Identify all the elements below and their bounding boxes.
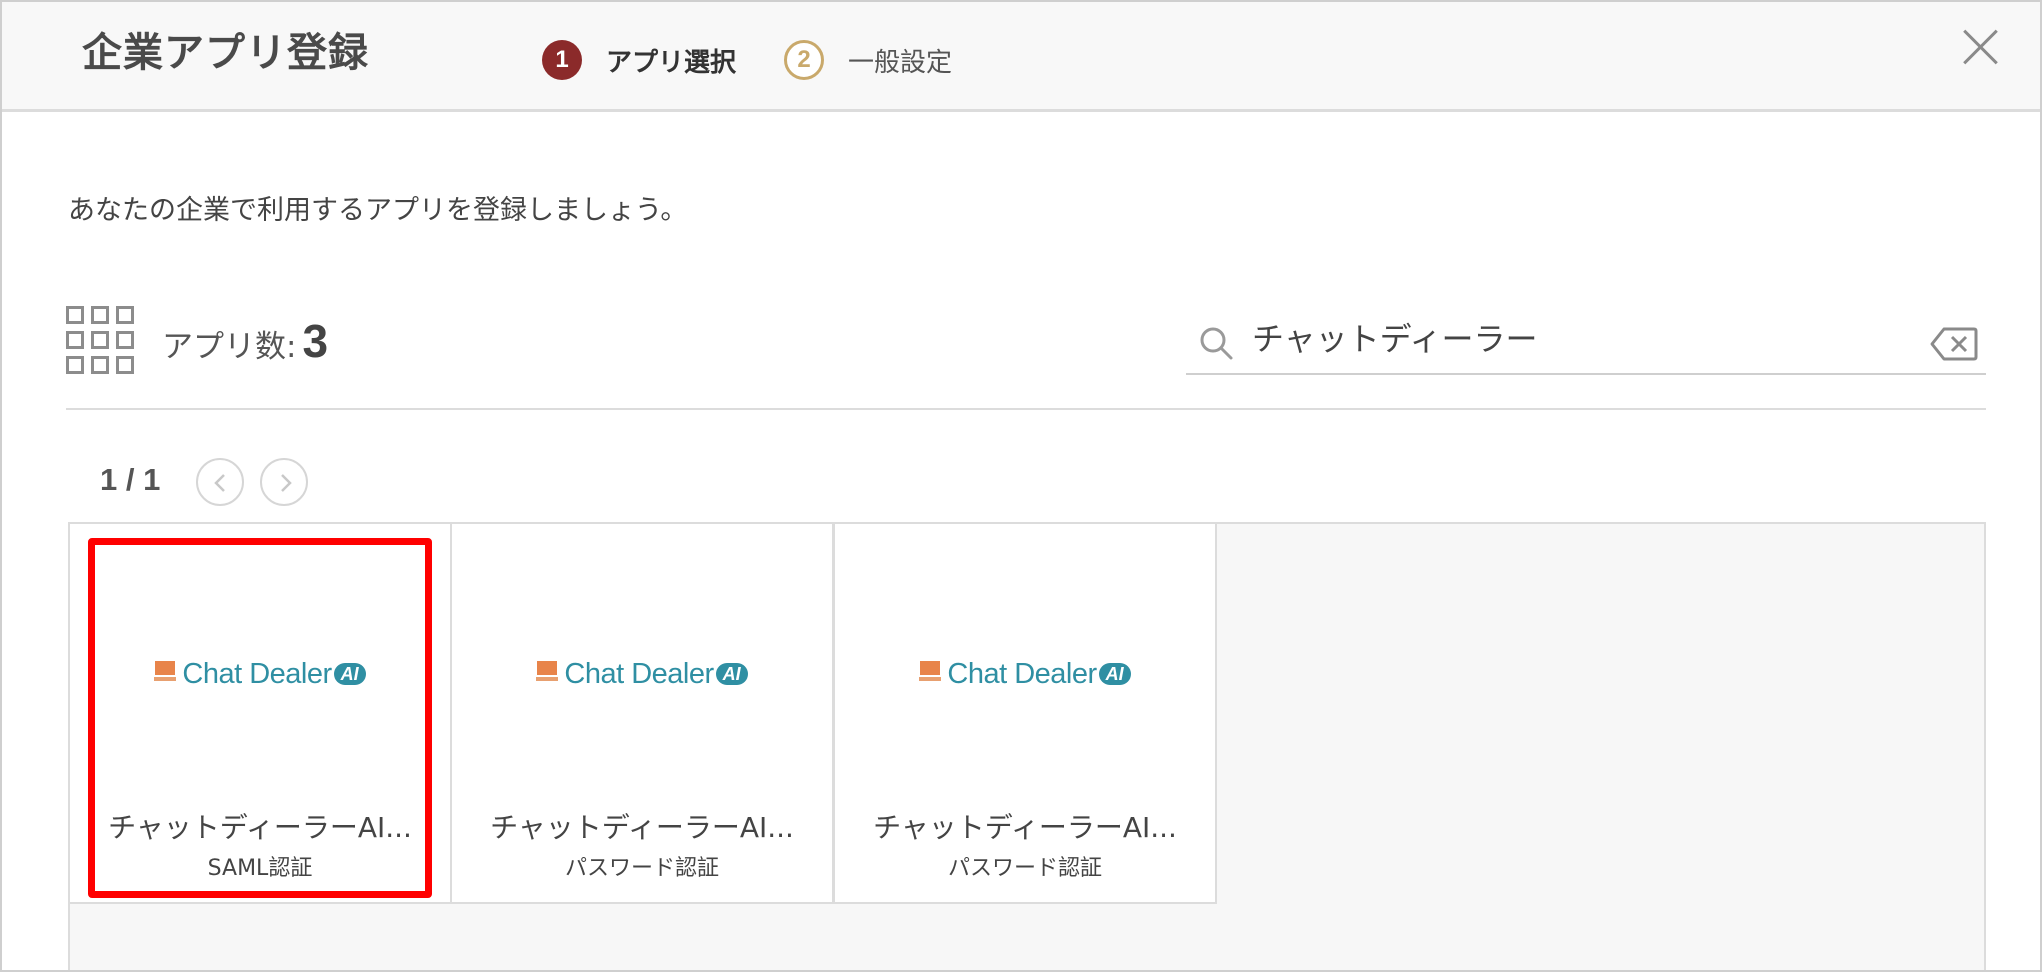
next-page-button[interactable] [260,458,308,506]
app-count: アプリ数: 3 [162,314,328,368]
app-auth-type: パスワード認証 [564,856,719,881]
chevron-left-icon [214,474,225,492]
search-input[interactable] [1252,313,1892,361]
dialog: 企業アプリ登録 1 アプリ選択 2 一般設定 あなたの企業で利用するアプリを登録… [0,0,2042,972]
dialog-header: 企業アプリ登録 1 アプリ選択 2 一般設定 [2,2,2040,112]
step-general-settings: 2 一般設定 [784,40,952,80]
logo-badge: AI [715,663,748,685]
backspace-clear-icon[interactable] [1930,327,1978,361]
grid-icon [66,306,136,376]
app-count-label: アプリ数: [162,329,297,365]
logo-badge: AI [333,663,366,685]
step-label: アプリ選択 [606,47,737,78]
logo-mark-icon [536,661,559,687]
search-icon [1200,327,1233,360]
step-app-select: 1 アプリ選択 [542,40,736,80]
dialog-title: 企業アプリ登録 [82,30,369,76]
page-indicator: 1 / 1 [100,462,161,497]
app-logo: Chat Dealer AI [452,654,832,694]
description-text: あなたの企業で利用するアプリを登録しましょう。 [68,195,688,226]
app-logo: Chat Dealer AI [835,654,1215,694]
app-name: チャットディーラーAI... [490,811,794,844]
logo-text: Chat Dealer [564,657,714,690]
app-logo: Chat Dealer AI [70,654,450,694]
app-card[interactable]: Chat Dealer AI チャットディーラーAI... パスワード認証 [833,522,1217,904]
chevron-right-icon [281,474,292,492]
close-icon[interactable] [1960,26,2000,66]
app-name: チャットディーラーAI... [873,811,1177,844]
step-number: 2 [784,40,824,80]
logo-badge: AI [1098,663,1131,685]
app-count-value: 3 [302,315,329,367]
step-number: 1 [542,40,582,80]
app-name: チャットディーラーAI... [108,811,412,844]
prev-page-button[interactable] [196,458,244,506]
app-card[interactable]: Chat Dealer AI チャットディーラーAI... SAML認証 [68,522,452,904]
app-auth-type: パスワード認証 [947,856,1102,881]
search-bar [1186,307,1986,375]
app-auth-type: SAML認証 [207,856,313,881]
section-divider [66,408,1986,410]
app-card[interactable]: Chat Dealer AI チャットディーラーAI... パスワード認証 [450,522,834,904]
logo-mark-icon [154,661,177,687]
logo-text: Chat Dealer [947,657,1097,690]
logo-text: Chat Dealer [182,657,332,690]
logo-mark-icon [919,661,942,687]
step-label: 一般設定 [848,47,953,78]
